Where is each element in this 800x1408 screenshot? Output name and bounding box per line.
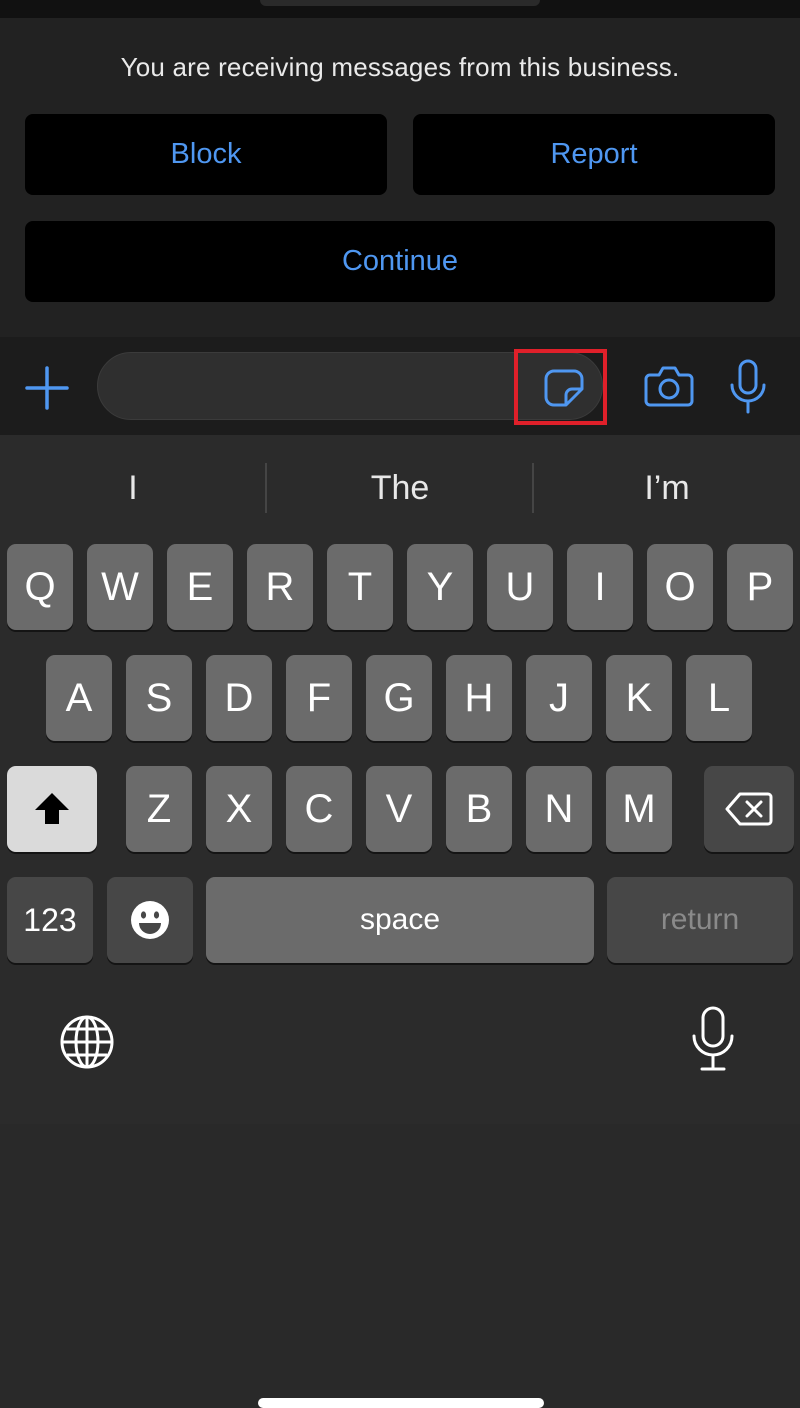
key-n[interactable]: N: [526, 766, 592, 852]
key-t[interactable]: T: [327, 544, 393, 630]
globe-icon[interactable]: [58, 1013, 116, 1071]
sticker-highlight-box: [514, 349, 607, 425]
key-e[interactable]: E: [167, 544, 233, 630]
keyboard: I The I’m Q W E R T Y U I O P A S D F G …: [0, 435, 800, 1408]
key-j[interactable]: J: [526, 655, 592, 741]
key-m[interactable]: M: [606, 766, 672, 852]
previous-bubble-edge: [260, 0, 540, 6]
block-button[interactable]: Block: [25, 114, 387, 195]
suggestion-3[interactable]: I’m: [534, 435, 800, 541]
continue-button[interactable]: Continue: [25, 221, 775, 302]
chat-background-strip: [0, 0, 800, 18]
key-l[interactable]: L: [686, 655, 752, 741]
dictation-icon[interactable]: [690, 1005, 736, 1073]
key-b[interactable]: B: [446, 766, 512, 852]
message-input-bar: [0, 337, 800, 435]
emoji-icon: [131, 901, 169, 939]
key-g[interactable]: G: [366, 655, 432, 741]
business-notice: You are receiving messages from this bus…: [120, 52, 680, 82]
key-w[interactable]: W: [87, 544, 153, 630]
plus-icon[interactable]: [24, 365, 70, 411]
space-key[interactable]: space: [206, 877, 594, 963]
key-z[interactable]: Z: [126, 766, 192, 852]
suggestion-1[interactable]: I: [0, 435, 266, 541]
shift-key[interactable]: [7, 766, 97, 852]
key-y[interactable]: Y: [407, 544, 473, 630]
camera-icon[interactable]: [644, 363, 694, 409]
predictive-bar: I The I’m: [0, 435, 800, 541]
return-key[interactable]: return: [607, 877, 793, 963]
report-button[interactable]: Report: [413, 114, 775, 195]
key-v[interactable]: V: [366, 766, 432, 852]
key-o[interactable]: O: [647, 544, 713, 630]
key-i[interactable]: I: [567, 544, 633, 630]
backspace-icon: [725, 792, 773, 826]
key-c[interactable]: C: [286, 766, 352, 852]
backspace-key[interactable]: [704, 766, 794, 852]
key-x[interactable]: X: [206, 766, 272, 852]
key-h[interactable]: H: [446, 655, 512, 741]
shift-icon: [35, 793, 69, 824]
suggestion-2[interactable]: The: [267, 435, 533, 541]
key-k[interactable]: K: [606, 655, 672, 741]
key-f[interactable]: F: [286, 655, 352, 741]
key-r[interactable]: R: [247, 544, 313, 630]
home-indicator[interactable]: [258, 1398, 544, 1408]
key-s[interactable]: S: [126, 655, 192, 741]
emoji-key[interactable]: [107, 877, 193, 963]
key-d[interactable]: D: [206, 655, 272, 741]
numbers-key[interactable]: 123: [7, 877, 93, 963]
business-banner: You are receiving messages from this bus…: [0, 0, 800, 337]
microphone-icon[interactable]: [727, 359, 769, 415]
key-q[interactable]: Q: [7, 544, 73, 630]
key-a[interactable]: A: [46, 655, 112, 741]
key-p[interactable]: P: [727, 544, 793, 630]
key-u[interactable]: U: [487, 544, 553, 630]
